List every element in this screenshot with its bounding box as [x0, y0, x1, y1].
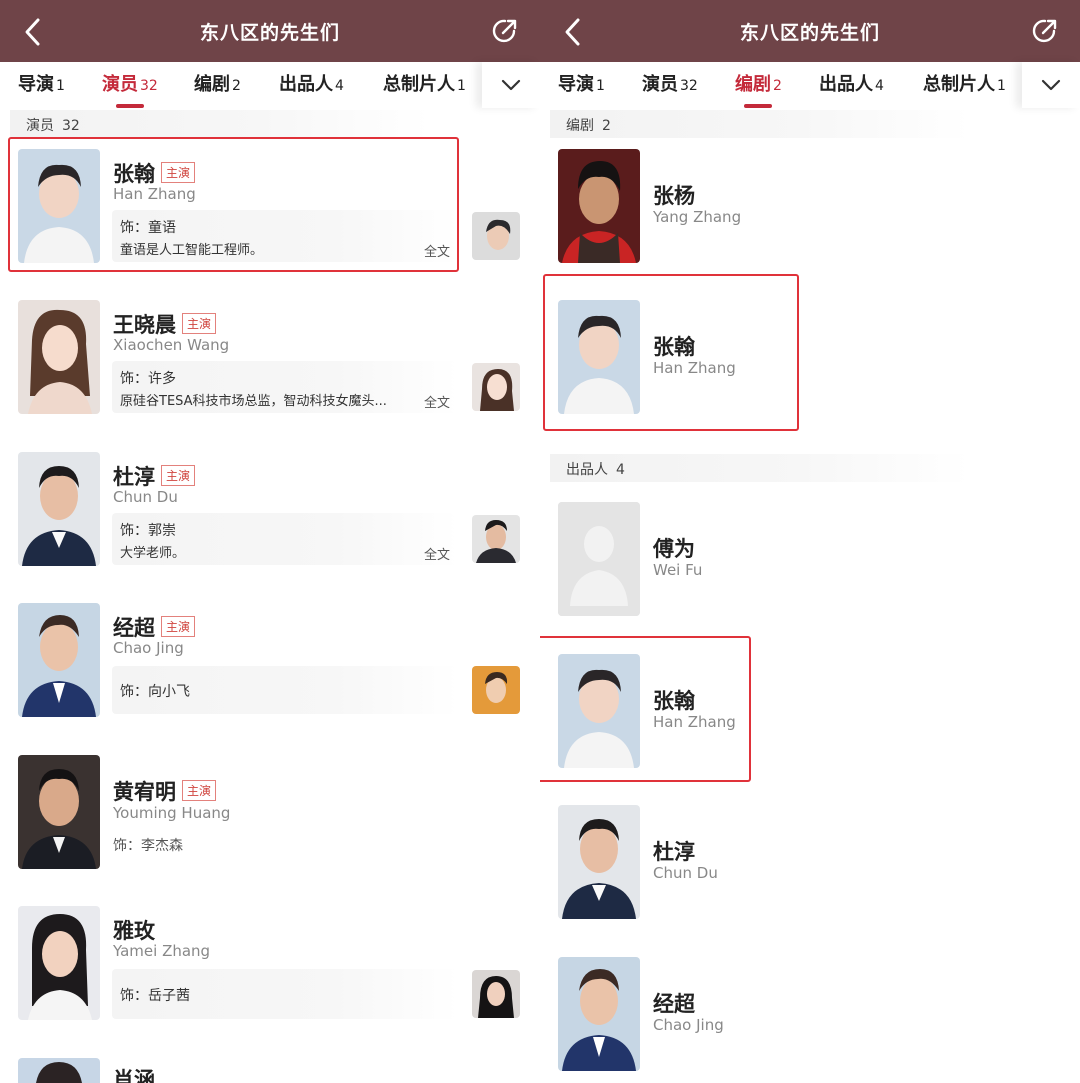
- avatar: [558, 149, 640, 263]
- person-name: 雅玫: [113, 919, 155, 943]
- role-name: 饰：郭崇: [120, 523, 176, 539]
- person-name: 经超: [113, 616, 155, 640]
- role-name: 饰：岳子茜: [120, 988, 190, 1004]
- cast-panel-right: 东八区的先生们 导演 1 演员 32 编剧 2 出品人 4 总制片人 1 编剧 2 张杨 Y…: [540, 0, 1080, 1083]
- tab-director[interactable]: 导演 1: [558, 70, 605, 106]
- chevron-down-icon: [501, 79, 521, 91]
- person-english-name: Wei Fu: [653, 561, 703, 579]
- role-thumbnail: [472, 515, 520, 563]
- chevron-down-icon: [1041, 79, 1061, 91]
- person-english-name: Yang Zhang: [653, 208, 742, 226]
- screenshot-collage: 东八区的先生们 导演 1 演员 32 编剧 2 出品人 4 总制片人 1 演员 32 张翰主…: [0, 0, 1080, 1083]
- tab-actors[interactable]: 演员 32: [102, 70, 158, 108]
- role-description: 原硅谷TESA科技市场总监，智动科技女魔头...: [120, 394, 387, 409]
- lead-role-badge: 主演: [161, 616, 196, 637]
- placeholder-avatar-icon: [558, 502, 640, 616]
- role-card[interactable]: 饰：岳子茜: [112, 969, 458, 1019]
- lead-role-badge: 主演: [161, 465, 196, 486]
- person-english-name: Chun Du: [653, 864, 718, 882]
- list-item[interactable]: 肖涵: [0, 1056, 540, 1083]
- list-item[interactable]: 黄宥明 主演 Youming Huang 饰：李杰森: [0, 754, 540, 874]
- avatar: [558, 957, 640, 1071]
- person-english-name: Chun Du: [113, 488, 178, 506]
- person-english-name: Chao Jing: [653, 1016, 724, 1034]
- read-more-link[interactable]: 全文: [424, 544, 450, 563]
- person-english-name: Yamei Zhang: [113, 942, 211, 960]
- more-tabs-button[interactable]: [1022, 62, 1080, 108]
- role-thumbnail: [472, 363, 520, 411]
- role-card[interactable]: 饰：向小飞: [112, 666, 458, 714]
- cast-panel-left: 东八区的先生们 导演 1 演员 32 编剧 2 出品人 4 总制片人 1 演员 32 张翰主…: [0, 0, 540, 1083]
- list-item[interactable]: 王晓晨 主演 Xiaochen Wang 饰：许多 原硅谷TESA科技市场总监，智…: [0, 299, 540, 419]
- read-more-link[interactable]: 全文: [424, 392, 450, 411]
- tab-actors[interactable]: 演员 32: [642, 70, 698, 106]
- person-name: 黄宥明: [113, 780, 176, 804]
- list-item[interactable]: 张杨 Yang Zhang: [540, 148, 1080, 268]
- person-name: 经超: [653, 992, 695, 1016]
- avatar: [558, 805, 640, 919]
- active-tab-indicator: [115, 104, 144, 108]
- list-item[interactable]: 经超 Chao Jing: [540, 956, 1080, 1076]
- page-title: 东八区的先生们: [199, 22, 340, 44]
- person-name: 张杨: [653, 184, 695, 208]
- person-name: 王晓晨: [113, 313, 176, 337]
- person-name: 肖涵: [113, 1068, 155, 1083]
- role-thumbnail: [472, 970, 520, 1018]
- top-bar: 东八区的先生们: [540, 0, 1080, 62]
- avatar: [18, 452, 100, 566]
- role-thumbnail: [472, 212, 520, 260]
- list-item[interactable]: 杜淳 主演 Chun Du 饰：郭崇 大学老师。 全文: [0, 451, 540, 571]
- avatar: [18, 603, 100, 717]
- person-english-name: Youming Huang: [113, 804, 231, 822]
- page-title: 东八区的先生们: [739, 22, 880, 44]
- tab-writers[interactable]: 编剧 2: [735, 70, 782, 108]
- section-header-producers: 出品人 4: [550, 454, 970, 482]
- highlight-box: [8, 137, 459, 272]
- role-name: 饰：李杰森: [113, 838, 183, 854]
- role-name: 饰：许多: [120, 371, 176, 387]
- role-name: 饰：向小飞: [120, 684, 190, 700]
- role-description: 大学老师。: [120, 546, 186, 561]
- section-header-actors: 演员 32: [10, 110, 430, 138]
- list-item[interactable]: 经超 主演 Chao Jing 饰：向小飞: [0, 602, 540, 722]
- person-english-name: Chao Jing: [113, 639, 184, 657]
- person-name: 杜淳: [113, 465, 155, 489]
- tab-director[interactable]: 导演 1: [18, 70, 65, 106]
- top-bar: 东八区的先生们: [0, 0, 540, 62]
- highlight-box: [540, 636, 751, 782]
- list-item[interactable]: 雅玫 Yamei Zhang 饰：岳子茜: [0, 905, 540, 1025]
- person-english-name: Xiaochen Wang: [113, 336, 230, 354]
- highlight-box: [543, 274, 799, 431]
- tab-producers[interactable]: 出品人 4: [279, 70, 344, 106]
- category-tabs: 导演 1 演员 32 编剧 2 出品人 4 总制片人 1: [0, 62, 540, 108]
- list-item[interactable]: 杜淳 Chun Du: [540, 804, 1080, 924]
- lead-role-badge: 主演: [182, 313, 217, 334]
- active-tab-indicator: [744, 104, 773, 108]
- role-card[interactable]: 饰：许多 原硅谷TESA科技市场总监，智动科技女魔头... 全文: [112, 361, 458, 413]
- avatar: [18, 755, 100, 869]
- tab-chief-producer[interactable]: 总制片人 1: [923, 70, 1006, 106]
- tab-chief-producer[interactable]: 总制片人 1: [383, 70, 466, 106]
- avatar: [18, 300, 100, 414]
- share-icon[interactable]: [1030, 16, 1060, 46]
- list-item[interactable]: 傅为 Wei Fu: [540, 501, 1080, 621]
- person-name: 杜淳: [653, 840, 695, 864]
- share-icon[interactable]: [490, 16, 520, 46]
- role-card[interactable]: 饰：郭崇 大学老师。 全文: [112, 513, 458, 565]
- lead-role-badge: 主演: [182, 780, 217, 801]
- role-thumbnail: [472, 666, 520, 714]
- avatar: [18, 1058, 100, 1083]
- avatar: [18, 906, 100, 1020]
- more-tabs-button[interactable]: [482, 62, 540, 108]
- person-name: 傅为: [653, 537, 695, 561]
- tab-producers[interactable]: 出品人 4: [819, 70, 884, 106]
- section-header-writers: 编剧 2: [550, 110, 970, 138]
- tab-writers[interactable]: 编剧 2: [194, 70, 241, 106]
- category-tabs: 导演 1 演员 32 编剧 2 出品人 4 总制片人 1: [540, 62, 1080, 108]
